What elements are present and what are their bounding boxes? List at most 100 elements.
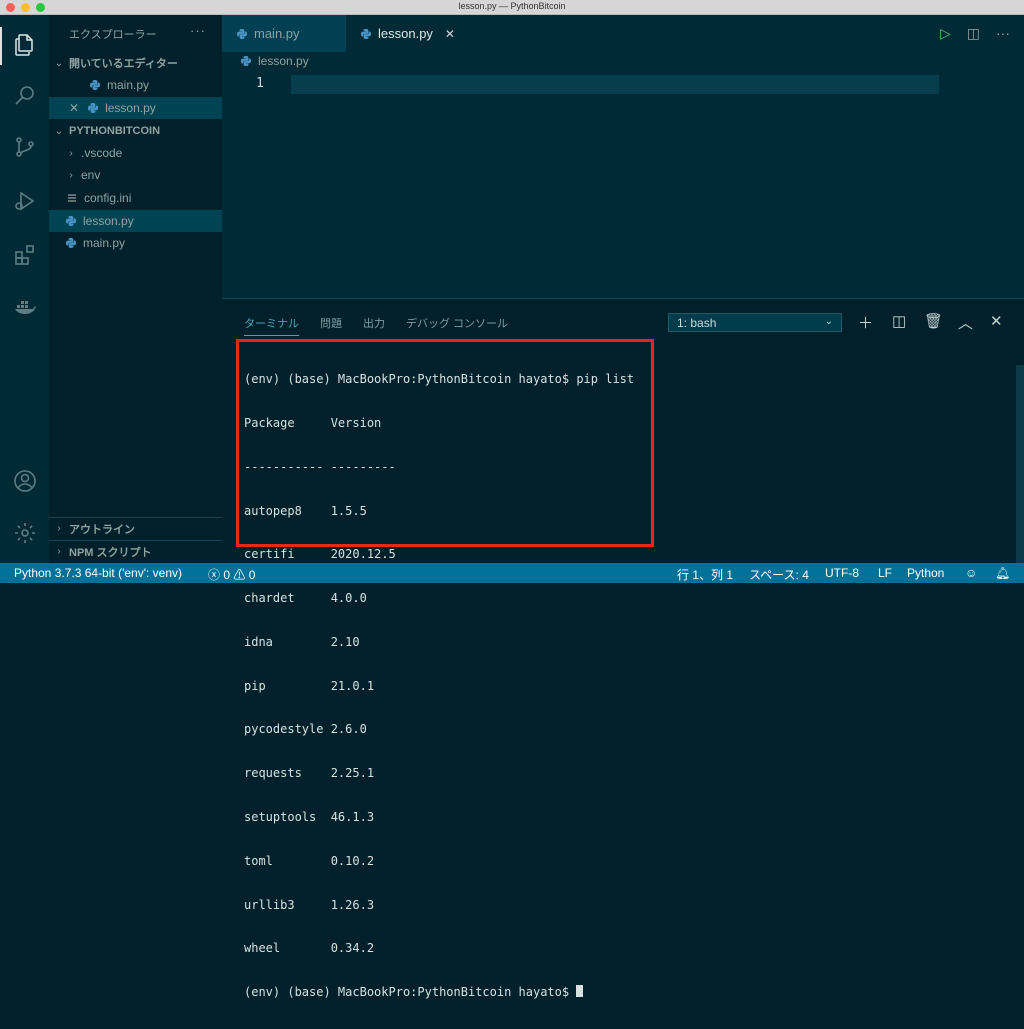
current-line-highlight <box>291 75 939 94</box>
npm-scripts-section[interactable]: › NPM スクリプト <box>49 540 222 562</box>
cursor-position[interactable]: 行 1、列 1 <box>677 566 733 583</box>
tree-item-label: config.ini <box>84 191 132 205</box>
chevron-down-icon: ⌄ <box>54 57 64 69</box>
tree-item-label: lesson.py <box>83 214 134 228</box>
python-file-icon <box>90 80 100 90</box>
terminal-select-value: 1: bash <box>677 315 717 330</box>
run-icon[interactable]: ▷ <box>940 25 951 42</box>
tree-item-folder[interactable]: › .vscode <box>49 142 222 164</box>
notification-bell-icon[interactable]: 🔔︎ <box>995 566 1010 580</box>
language-mode[interactable]: Python <box>907 566 944 580</box>
tab-lesson-py[interactable]: lesson.py ✕ <box>346 15 468 52</box>
python-file-icon <box>66 238 76 248</box>
tree-item-label: main.py <box>83 236 126 250</box>
chevron-right-icon: › <box>57 546 61 557</box>
extensions-icon[interactable] <box>11 241 38 268</box>
tab-debug-console[interactable]: デバッグ コンソール <box>406 315 508 331</box>
split-terminal-icon[interactable]: ◫ <box>892 312 906 330</box>
window-title: lesson.py — PythonBitcoin <box>458 1 566 11</box>
outline-section[interactable]: › アウトライン <box>49 517 222 539</box>
close-panel-icon[interactable]: ✕ <box>990 312 1003 330</box>
project-section[interactable]: ⌄ PYTHONBITCOIN <box>49 120 222 142</box>
more-actions-icon[interactable]: ··· <box>996 25 1010 42</box>
terminal-cursor <box>576 985 584 998</box>
tab-output[interactable]: 出力 <box>363 315 385 331</box>
terminal-line: setuptools 46.1.3 <box>244 810 375 824</box>
tab-label: main.py <box>254 26 300 41</box>
tab-label: lesson.py <box>378 26 433 41</box>
settings-gear-icon[interactable] <box>11 519 38 546</box>
chevron-down-icon: ⌄ <box>824 316 833 327</box>
terminal-line: urllib3 1.26.3 <box>244 897 375 912</box>
terminal-line: pip 21.0.1 <box>244 678 375 693</box>
tab-problems[interactable]: 問題 <box>320 315 342 331</box>
tree-item-folder[interactable]: › env <box>49 164 222 186</box>
encoding[interactable]: UTF-8 <box>825 566 859 580</box>
open-editors-section[interactable]: ⌄ 開いているエディター <box>49 52 222 74</box>
line-number: 1 <box>256 76 264 91</box>
terminal-line: wheel 0.34.2 <box>244 941 375 956</box>
chevron-right-icon: › <box>57 523 61 534</box>
open-editor-item[interactable]: ✕ lesson.py <box>49 97 222 119</box>
activity-bar <box>0 15 49 563</box>
breadcrumb[interactable]: lesson.py <box>240 54 309 68</box>
end-of-line[interactable]: LF <box>878 566 892 580</box>
terminal-line: pycodestyle 2.6.0 <box>244 722 367 737</box>
tree-item-label: env <box>81 168 101 182</box>
bottom-panel: ターミナル 問題 出力 デバッグ コンソール 1: bash ⌄ ＋ ◫ 🗑 ︿… <box>222 298 1024 999</box>
terminal-select[interactable]: 1: bash ⌄ <box>668 313 842 332</box>
feedback-icon[interactable]: ☺ <box>965 566 977 580</box>
source-control-icon[interactable] <box>11 133 38 160</box>
tab-terminal[interactable]: ターミナル <box>244 315 299 331</box>
split-editor-icon[interactable]: ◫ <box>967 25 980 42</box>
sidebar-title: エクスプローラー <box>69 29 157 41</box>
terminal-prompt: (env) (base) MacBookPro:PythonBitcoin ha… <box>244 985 577 1000</box>
maximize-panel-icon[interactable]: ︿ <box>958 312 973 333</box>
close-tab-icon[interactable]: ✕ <box>445 27 455 41</box>
problems-indicator[interactable]: ⓧ 0 ⚠ 0 <box>208 566 255 583</box>
error-count: 0 <box>223 568 231 582</box>
open-editor-item[interactable]: main.py <box>49 74 222 96</box>
search-icon[interactable] <box>11 81 38 108</box>
chevron-right-icon: › <box>69 147 73 159</box>
terminal-line: idna 2.10 <box>244 634 360 649</box>
tree-item-label: .vscode <box>81 146 123 160</box>
terminal-scrollbar[interactable] <box>1016 365 1024 564</box>
chevron-down-icon: ⌄ <box>54 125 64 137</box>
python-file-icon <box>88 103 99 113</box>
breadcrumb-file: lesson.py <box>258 54 309 68</box>
close-icon[interactable]: ✕ <box>69 101 79 115</box>
python-file-icon <box>361 28 371 39</box>
explorer-icon[interactable] <box>11 31 38 58</box>
terminal-line: toml 0.10.2 <box>244 853 375 868</box>
status-bar: Python 3.7.3 64-bit ('env': venv) ⓧ 0 ⚠ … <box>0 563 1024 583</box>
explorer-sidebar: エクスプローラー ··· ⌄ 開いているエディター main.py ✕ less… <box>49 15 222 563</box>
account-icon[interactable] <box>11 467 38 494</box>
npm-scripts-label: NPM スクリプト <box>69 546 152 559</box>
active-indicator <box>0 27 2 65</box>
open-editor-label: lesson.py <box>105 101 156 115</box>
open-editor-label: main.py <box>107 78 150 92</box>
indentation[interactable]: スペース: 4 <box>749 566 809 583</box>
python-file-icon <box>241 56 251 66</box>
terminal-line: certifi 2020.12.5 <box>244 547 396 562</box>
docker-icon[interactable] <box>11 293 38 320</box>
trash-icon[interactable]: 🗑 <box>924 312 943 330</box>
python-interpreter[interactable]: Python 3.7.3 64-bit ('env': venv) <box>14 566 182 580</box>
tree-item-file[interactable]: lesson.py <box>49 210 222 232</box>
editor-area[interactable]: 1 <box>222 52 1024 298</box>
more-actions-icon[interactable]: ··· <box>190 23 206 38</box>
tree-item-file[interactable]: config.ini <box>49 187 222 209</box>
run-debug-icon[interactable] <box>11 187 38 214</box>
new-terminal-icon[interactable]: ＋ <box>858 312 873 333</box>
tab-main-py[interactable]: main.py <box>222 15 346 52</box>
settings-file-icon <box>68 194 76 202</box>
error-icon: ⓧ <box>208 568 221 582</box>
warning-icon: ⚠ <box>233 568 246 582</box>
tree-item-file[interactable]: main.py <box>49 232 222 254</box>
terminal-prompt-line: (env) (base) MacBookPro:PythonBitcoin ha… <box>244 985 634 1000</box>
outline-label: アウトライン <box>69 523 135 536</box>
window-titlebar: lesson.py — PythonBitcoin <box>0 0 1024 15</box>
editor-actions: ▷ ◫ ··· <box>940 25 1010 42</box>
open-editors-label: 開いているエディター <box>69 58 178 70</box>
